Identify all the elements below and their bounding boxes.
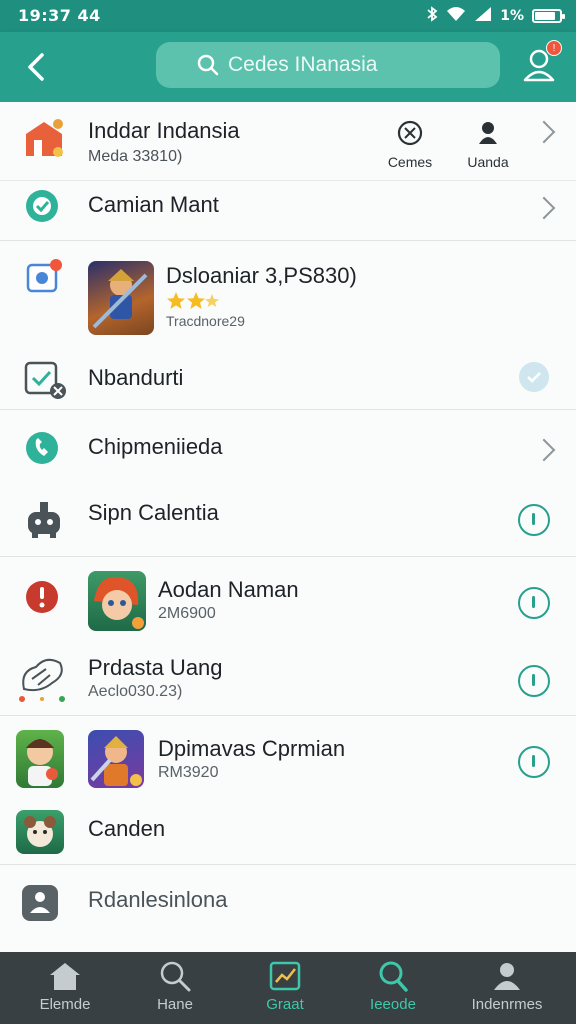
info-action-button[interactable]	[518, 504, 550, 536]
nav-label: Ieeode	[370, 996, 416, 1013]
game-thumbnail[interactable]	[88, 571, 146, 631]
battery-percent: 1%	[500, 8, 524, 24]
section-more-games: Dpimavas Cprmian RM3920 Canden	[0, 716, 576, 864]
check-badge-icon	[24, 188, 60, 229]
status-icons: 1%	[426, 6, 565, 26]
top-card-title: Inddar Indansia	[88, 118, 240, 143]
app-header: Cedes INanasia !	[0, 32, 576, 102]
back-button[interactable]	[20, 49, 56, 85]
search-icon	[197, 54, 219, 76]
nav-indenrmes[interactable]: Indenrmes	[452, 952, 562, 1024]
nav-label: Elemde	[39, 996, 91, 1013]
row-title: Prdasta Uang	[88, 655, 223, 680]
app-title[interactable]: Aodan Naman	[158, 577, 299, 603]
app-title[interactable]: Dpimavas Cprmian	[158, 736, 345, 762]
nav-hane[interactable]: Hane	[120, 952, 230, 1024]
nav-home[interactable]: Elemde	[10, 952, 120, 1024]
nav-label: Hane	[157, 996, 193, 1013]
game-thumbnail[interactable]	[88, 730, 144, 788]
app-title[interactable]: Dsloaniar 3,PS830)	[166, 263, 357, 289]
chevron-right-icon	[532, 438, 556, 462]
quick-action-uanda[interactable]: Uanda	[462, 118, 514, 170]
pet-icon	[16, 810, 64, 854]
row-title: Chipmeniieda	[88, 434, 223, 459]
chevron-right-icon	[532, 196, 556, 220]
bot-icon	[20, 883, 60, 928]
signal-icon	[474, 6, 492, 26]
row-title: Canden	[88, 816, 166, 841]
person-icon	[479, 122, 497, 144]
alert-icon	[24, 579, 60, 620]
top-card-subtitle: Meda 33810)	[88, 148, 183, 165]
phone-icon	[24, 430, 60, 471]
quick-action-games[interactable]: Cemes	[384, 118, 436, 170]
info-action-button[interactable]	[518, 746, 550, 778]
nav-label: Indenrmes	[471, 996, 543, 1013]
section-tools: Chipmeniieda Sipn Calentia	[0, 410, 576, 556]
chevron-right-icon	[532, 120, 556, 144]
app-meta: Tracdnore29	[166, 313, 245, 329]
verified-check-icon	[24, 361, 68, 406]
row-title: Rdanlesinlona	[88, 887, 228, 912]
app-meta: 2M6900	[158, 605, 216, 622]
battery-icon	[532, 9, 565, 23]
section-games: Aodan Naman 2M6900 Prdasta Uang Aeclo030…	[0, 557, 576, 715]
row-title: Sipn Calentia	[88, 500, 219, 525]
row-title: Camian Mant	[88, 192, 219, 217]
search-bar[interactable]: Cedes INanasia	[156, 42, 500, 88]
character-thumbnail[interactable]	[16, 730, 64, 788]
bluetooth-icon	[426, 6, 438, 26]
search-icon	[160, 961, 191, 992]
quick-action-label: Cemes	[387, 154, 433, 170]
status-bar: 19:37 44 1%	[0, 0, 576, 32]
nav-ieeode[interactable]: Ieeode	[338, 952, 448, 1024]
search-icon	[379, 961, 408, 992]
sketch-icon	[16, 649, 68, 708]
row-meta: Aeclo030.23)	[88, 683, 183, 700]
section-footer-item[interactable]: Rdanlesinlona	[0, 865, 576, 952]
wifi-icon	[446, 6, 466, 26]
info-action-button[interactable]	[518, 665, 550, 697]
info-action-button[interactable]	[518, 587, 550, 619]
gamepad-icon	[397, 120, 423, 146]
quick-action-label: Uanda	[467, 154, 509, 170]
store-icon	[24, 118, 64, 163]
robot-icon	[24, 500, 64, 545]
notification-badge: !	[546, 40, 562, 56]
app-meta: RM3920	[158, 764, 219, 781]
status-time: 19:37 44	[18, 6, 101, 25]
top-card[interactable]: Inddar Indansia Meda 33810) Cemes Uanda …	[0, 102, 576, 240]
chart-icon	[269, 961, 301, 991]
chevron-left-icon	[28, 53, 44, 81]
profile-button[interactable]: !	[520, 40, 562, 84]
bottom-navigation: Elemde Hane Graat Ieeode Indenrmes	[0, 952, 576, 1024]
person-icon	[494, 963, 520, 990]
home-icon	[50, 963, 80, 990]
nav-label: Graat	[266, 996, 304, 1013]
section-apps: Dsloaniar 3,PS830) Tracdnore29 Nbandurti	[0, 241, 576, 409]
search-placeholder: Cedes INanasia	[228, 53, 378, 76]
game-thumbnail[interactable]	[88, 261, 154, 335]
nav-graat[interactable]: Graat	[230, 952, 340, 1024]
row-title: Nbandurti	[88, 365, 184, 390]
photo-icon	[26, 259, 62, 300]
selected-toggle[interactable]	[518, 361, 550, 398]
